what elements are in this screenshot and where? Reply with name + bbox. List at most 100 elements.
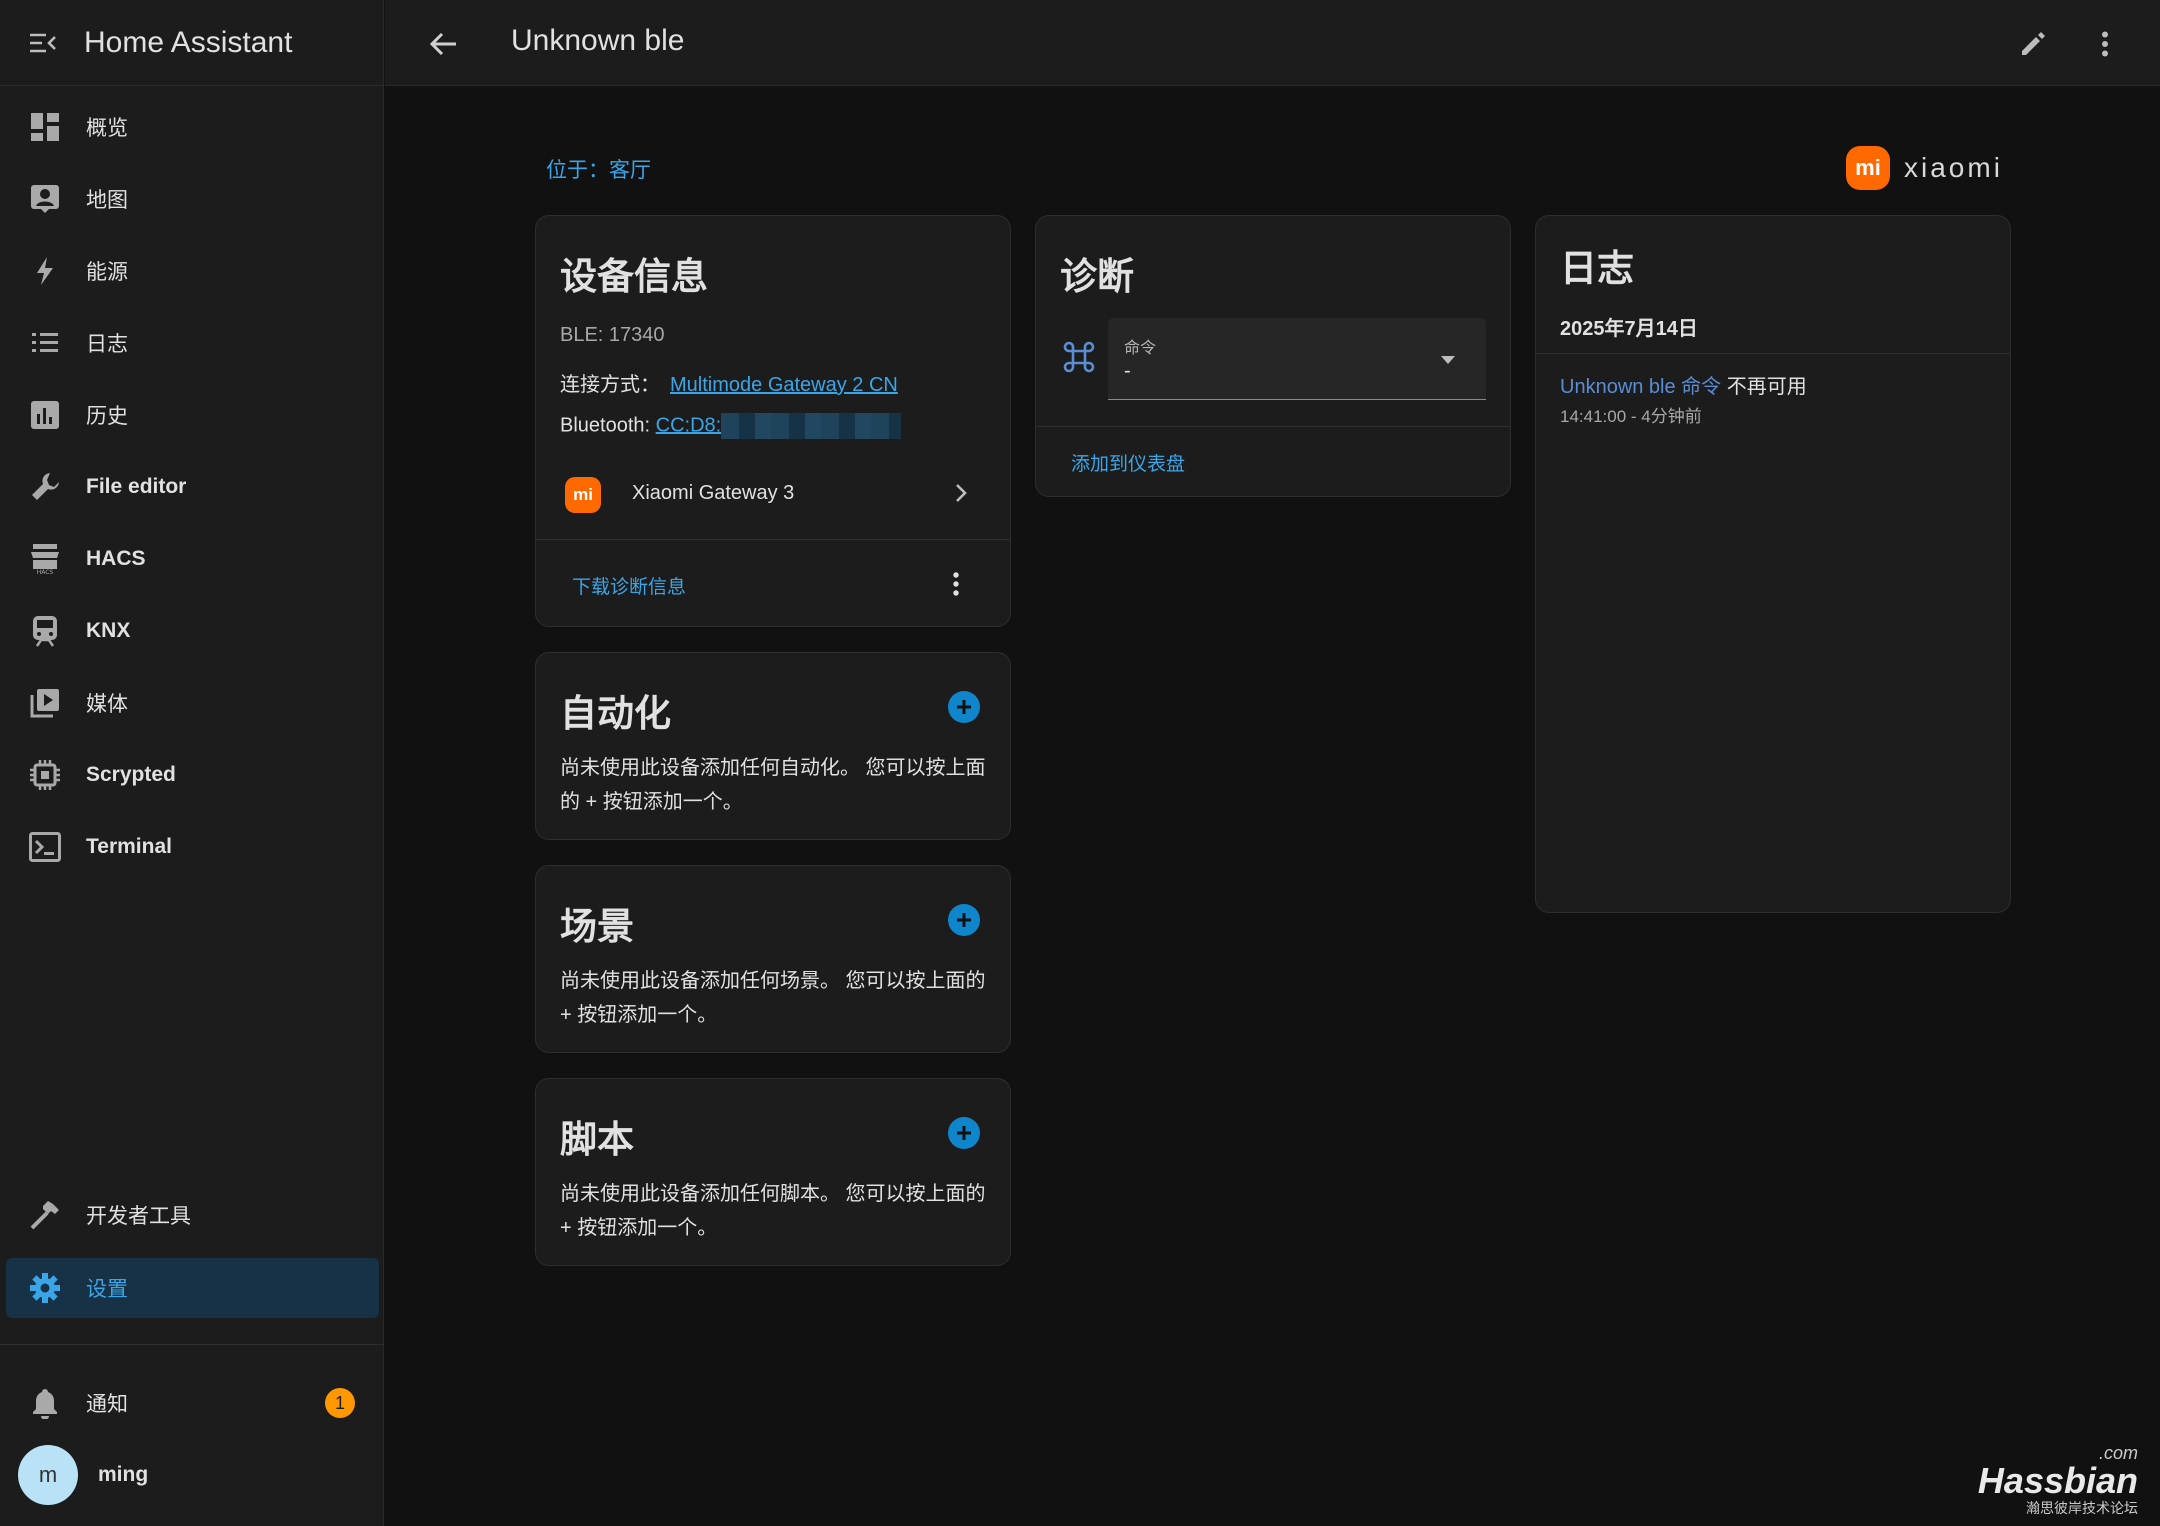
sidebar-item-label: 设置 [86,1278,128,1301]
logbook-entry: Unknown ble 命令 不再可用 [1560,370,1807,399]
via-device-name: Xiaomi Gateway 3 [632,482,795,504]
redacted-mac [721,413,902,439]
avatar: m [18,1445,78,1505]
card-title: 日志 [1560,248,1634,289]
menu-collapse-icon[interactable] [28,28,58,58]
sidebar-item-label: 地图 [86,189,128,212]
sidebar-header: Home Assistant [0,0,383,86]
connection-row: 连接方式： Multimode Gateway 2 CN [560,368,898,397]
sidebar-item-media[interactable]: 媒体 [6,673,379,733]
card-title: 自动化 [560,693,671,734]
sidebar-item-energy[interactable]: 能源 [6,241,379,301]
logbook-card: 日志 2025年7月14日 Unknown ble 命令 不再可用 14:41:… [1535,215,2011,913]
map-icon [28,182,62,216]
pencil-icon[interactable] [2013,24,2053,64]
hacs-icon: HACS [28,542,62,576]
diagnostics-card: 诊断 命令 - 添加到仪表盘 [1035,215,1511,497]
add-automation-button[interactable] [948,691,980,723]
sidebar-item-scrypted[interactable]: Scrypted [6,745,379,805]
sidebar-item-hacs[interactable]: HACS HACS [6,529,379,589]
command-select[interactable]: 命令 - [1108,318,1486,400]
sidebar-item-label: File editor [86,475,187,498]
bluetooth-mac-link[interactable]: CC:D8: [656,414,722,436]
history-chart-icon [28,398,62,432]
add-script-button[interactable] [948,1117,980,1149]
bell-icon [28,1386,62,1420]
sidebar: Home Assistant 概览 地图 能源 日志 历史 File edito… [0,0,384,1526]
logbook-entry-time: 14:41:00 - 4分钟前 [1560,407,1702,426]
card-title: 诊断 [1060,256,1134,297]
sidebar-item-user[interactable]: m ming [6,1445,379,1505]
sidebar-item-label: 概览 [86,117,128,140]
connection-label: 连接方式： [560,374,660,396]
user-name: ming [98,1463,149,1486]
sidebar-item-file-editor[interactable]: File editor [6,457,379,517]
mi-logo-icon: mi [1846,146,1890,190]
sidebar-item-label: 能源 [86,261,128,284]
watermark-main: Hassbian [1977,1460,2138,1501]
sidebar-item-label: 日志 [86,333,128,356]
sidebar-item-overview[interactable]: 概览 [6,97,379,157]
bluetooth-label: Bluetooth: [560,414,656,437]
brand-logo: mi xiaomi [1846,146,2003,190]
app-title: Home Assistant [84,25,293,59]
notification-count-badge: 1 [325,1388,355,1418]
dropdown-arrow-icon [1440,352,1456,370]
lightning-icon [28,254,62,288]
download-diagnostics-button[interactable]: 下载诊断信息 [572,572,686,599]
script-empty-text: 尚未使用此设备添加任何脚本。 您可以按上面的 + 按钮添加一个。 [560,1183,986,1239]
dashboard-icon [28,110,62,144]
via-device-row[interactable]: mi Xiaomi Gateway 3 [536,466,1012,522]
more-vert-icon[interactable] [2085,24,2125,64]
card-divider [1036,426,1510,427]
plus-icon [957,1126,971,1140]
add-scene-button[interactable] [948,904,980,936]
wrench-icon [28,470,62,504]
sidebar-item-label: 开发者工具 [86,1205,191,1228]
logbook-entity-link[interactable]: Unknown ble 命令 [1560,376,1721,398]
automation-card: 自动化 尚未使用此设备添加任何自动化。 您可以按上面的 + 按钮添加一个。 [535,652,1011,840]
scene-empty-text: 尚未使用此设备添加任何场景。 您可以按上面的 + 按钮添加一个。 [560,970,986,1026]
sidebar-item-history[interactable]: 历史 [6,385,379,445]
bluetooth-row: Bluetooth: CC:D8: [560,413,902,439]
plus-icon [957,913,971,927]
select-label: 命令 [1124,340,1157,357]
chip-icon [28,758,62,792]
logbook-entry-state: 不再可用 [1721,376,1807,398]
command-icon [1062,340,1096,379]
card-title: 脚本 [560,1119,634,1160]
add-to-dashboard-button[interactable]: 添加到仪表盘 [1071,449,1185,476]
sidebar-item-map[interactable]: 地图 [6,169,379,229]
card-divider [536,539,1010,540]
logbook-icon [28,326,62,360]
sidebar-item-terminal[interactable]: Terminal [6,817,379,877]
sidebar-item-label: 媒体 [86,693,128,716]
sidebar-item-settings[interactable]: 设置 [6,1258,379,1318]
scene-card: 场景 尚未使用此设备添加任何场景。 您可以按上面的 + 按钮添加一个。 [535,865,1011,1053]
connection-link[interactable]: Multimode Gateway 2 CN [670,374,898,396]
watermark-logo: .com Hassbian 瀚思彼岸技术论坛 [1978,1443,2138,1518]
watermark-sub: 瀚思彼岸技术论坛 [2026,1500,2138,1516]
sidebar-item-label: KNX [86,619,131,642]
top-app-bar: Unknown ble [385,0,2160,86]
select-value: - [1124,360,1131,382]
app: Home Assistant 概览 地图 能源 日志 历史 File edito… [0,0,2160,1526]
ble-id: BLE: 17340 [560,324,665,346]
svg-text:HACS: HACS [37,569,54,575]
sidebar-item-label: 通知 [86,1393,128,1416]
more-vert-icon[interactable] [946,569,966,599]
area-link[interactable]: 位于：客厅 [546,154,651,184]
card-title: 设备信息 [560,256,708,297]
plus-icon [957,700,971,714]
chevron-right-icon [954,482,968,509]
script-card: 脚本 尚未使用此设备添加任何脚本。 您可以按上面的 + 按钮添加一个。 [535,1078,1011,1266]
sidebar-item-knx[interactable]: KNX [6,601,379,661]
brand-name: xiaomi [1904,152,2003,183]
sidebar-item-notifications[interactable]: 通知 1 [6,1373,379,1433]
sidebar-item-label: 历史 [86,405,128,428]
back-arrow-icon[interactable] [423,24,463,64]
sidebar-item-developer-tools[interactable]: 开发者工具 [6,1185,379,1245]
sidebar-divider [0,1344,384,1345]
card-title: 场景 [560,906,634,947]
sidebar-item-logbook[interactable]: 日志 [6,313,379,373]
